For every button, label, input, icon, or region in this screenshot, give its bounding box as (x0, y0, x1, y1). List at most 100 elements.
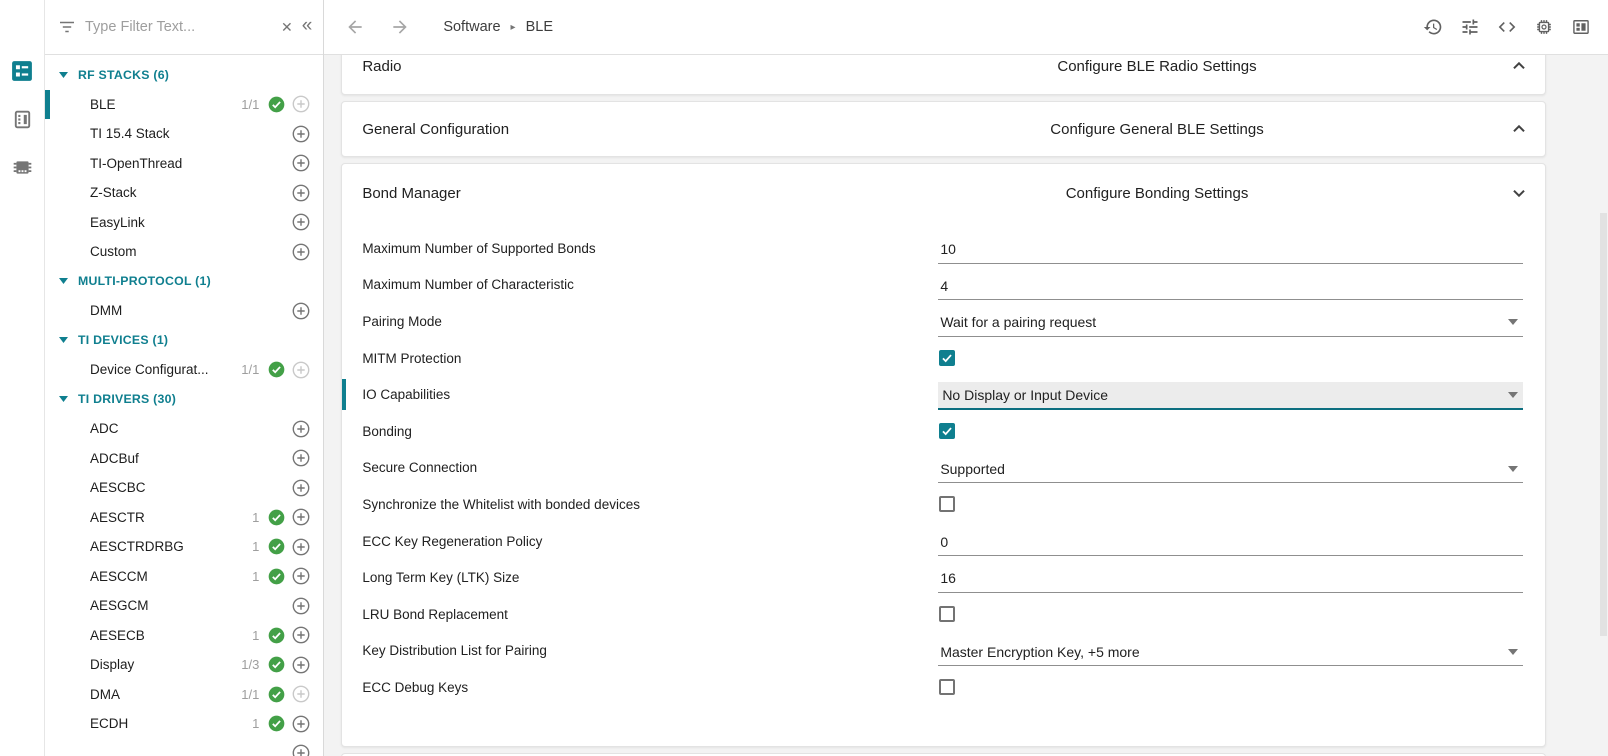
tree-item[interactable]: BLE 1/1 (45, 90, 323, 120)
tree-item[interactable]: Display 1/3 (45, 650, 323, 680)
tree-item[interactable]: DMM (45, 296, 323, 326)
field: 0 (938, 523, 1523, 560)
add-module-icon[interactable] (292, 538, 310, 556)
chip-icon[interactable] (1534, 17, 1554, 37)
code-icon[interactable] (1497, 17, 1517, 37)
device-view-icon[interactable] (11, 108, 33, 130)
top-toolbar: Software ▸ BLE (324, 0, 1608, 55)
checkbox[interactable] (939, 423, 955, 439)
select-input[interactable]: Supported (938, 455, 1523, 483)
board-icon[interactable] (1571, 17, 1591, 37)
text-input[interactable]: 16 (938, 565, 1523, 593)
tree-item-label: AESCCM (90, 569, 252, 584)
tree-item[interactable]: TI-OpenThread (45, 149, 323, 179)
tree-item[interactable]: ADCBuf (45, 444, 323, 474)
add-module-icon[interactable] (292, 184, 310, 202)
field-value: Supported (938, 461, 1005, 477)
card-bond-manager-header[interactable]: Bond Manager Configure Bonding Settings (342, 164, 1545, 222)
tree-item[interactable]: ECDH 1 (45, 709, 323, 739)
tree-item[interactable]: AESECB 1 (45, 621, 323, 651)
add-module-icon[interactable] (292, 420, 310, 438)
field-label: Pairing Mode (342, 314, 938, 329)
tree-item[interactable]: AESCCM 1 (45, 562, 323, 592)
form-row: Key Distribution List for Pairing Master… (342, 633, 1545, 670)
text-input[interactable]: 0 (938, 528, 1523, 556)
software-view-icon[interactable] (11, 60, 33, 82)
chevron-up-icon[interactable] (1508, 55, 1530, 77)
breadcrumb-separator-icon: ▸ (511, 22, 516, 33)
card-radio-header[interactable]: Radio Configure BLE Radio Settings (342, 55, 1545, 94)
tree-section-header[interactable]: MULTI-PROTOCOL (1) (45, 267, 323, 297)
add-module-icon[interactable] (292, 243, 310, 261)
add-module-icon[interactable] (292, 656, 310, 674)
tree-item[interactable]: Device Configurat... 1/1 (45, 355, 323, 385)
add-module-icon[interactable] (292, 626, 310, 644)
add-module-icon[interactable] (292, 213, 310, 231)
form-row: MITM Protection (342, 340, 1545, 377)
tree-item[interactable]: TI 15.4 Stack (45, 119, 323, 149)
dropdown-arrow-icon (1508, 649, 1518, 655)
field-label: Synchronize the Whitelist with bonded de… (342, 497, 938, 512)
tree-item-label: DMA (90, 687, 241, 702)
tree-item-label: TI-OpenThread (90, 156, 292, 171)
add-module-icon[interactable] (292, 715, 310, 733)
checkbox[interactable] (939, 496, 955, 512)
collapse-panel-icon[interactable]: « (302, 16, 313, 38)
text-input[interactable]: 4 (938, 272, 1523, 300)
select-input[interactable]: Wait for a pairing request (938, 309, 1523, 337)
tree-item-label: ADC (90, 421, 292, 436)
select-input[interactable]: No Display or Input Device (938, 382, 1523, 410)
tree-item[interactable] (45, 739, 323, 756)
card-title: Bond Manager (362, 185, 806, 202)
tree-section-header[interactable]: TI DEVICES (1) (45, 326, 323, 356)
tune-icon[interactable] (1460, 17, 1480, 37)
text-input[interactable]: 10 (938, 236, 1523, 264)
tree-item[interactable]: EasyLink (45, 208, 323, 238)
tree-item[interactable]: AESGCM (45, 591, 323, 621)
select-input[interactable]: Master Encryption Key, +5 more (938, 638, 1523, 666)
tree-item[interactable]: AESCBC (45, 473, 323, 503)
tree-item[interactable]: Custom (45, 237, 323, 267)
back-arrow-icon[interactable] (345, 17, 365, 37)
history-icon[interactable] (1423, 17, 1443, 37)
add-module-icon[interactable] (292, 597, 310, 615)
add-module-icon[interactable] (292, 302, 310, 320)
add-module-icon[interactable] (292, 508, 310, 526)
add-module-icon[interactable] (292, 479, 310, 497)
tree-item-label: BLE (90, 97, 241, 112)
checkbox[interactable] (939, 606, 955, 622)
checkbox[interactable] (939, 679, 955, 695)
module-sidebar: ✕ « RF STACKS (6) BLE 1/1 TI 15.4 Stack … (44, 0, 324, 756)
breadcrumb-item-software[interactable]: Software (443, 19, 500, 35)
tree-item[interactable]: Z-Stack (45, 178, 323, 208)
add-module-icon[interactable] (292, 154, 310, 172)
search-input[interactable] (85, 19, 272, 35)
add-module-icon[interactable] (292, 744, 310, 756)
forward-arrow-icon[interactable] (390, 17, 410, 37)
tree-item-label: AESGCM (90, 598, 292, 613)
check-badge-icon (268, 538, 285, 555)
chevron-up-icon[interactable] (1508, 118, 1530, 140)
clear-filter-icon[interactable]: ✕ (281, 19, 293, 36)
add-module-icon[interactable] (292, 567, 310, 585)
tree-item[interactable]: ADC (45, 414, 323, 444)
check-badge-icon (268, 361, 285, 378)
tree-item[interactable]: AESCTR 1 (45, 503, 323, 533)
checkbox[interactable] (939, 350, 955, 366)
tree-item[interactable]: DMA 1/1 (45, 680, 323, 710)
card-radio: Radio Configure BLE Radio Settings (341, 55, 1546, 95)
chevron-down-icon[interactable] (1508, 182, 1530, 204)
tree-item[interactable]: AESCTRDRBG 1 (45, 532, 323, 562)
tree-section-header[interactable]: RF STACKS (6) (45, 60, 323, 90)
form-row: Bonding (342, 413, 1545, 450)
check-badge-icon (268, 96, 285, 113)
field-value: Master Encryption Key, +5 more (938, 644, 1139, 660)
tree-item-label: AESECB (90, 628, 252, 643)
tree-section-header[interactable]: TI DRIVERS (30) (45, 385, 323, 415)
field-label: Long Term Key (LTK) Size (342, 570, 938, 585)
card-general-header[interactable]: General Configuration Configure General … (342, 102, 1545, 156)
chip-view-icon[interactable] (11, 156, 33, 178)
add-module-icon[interactable] (292, 125, 310, 143)
add-module-icon[interactable] (292, 449, 310, 467)
vertical-scrollbar[interactable] (1600, 213, 1607, 636)
